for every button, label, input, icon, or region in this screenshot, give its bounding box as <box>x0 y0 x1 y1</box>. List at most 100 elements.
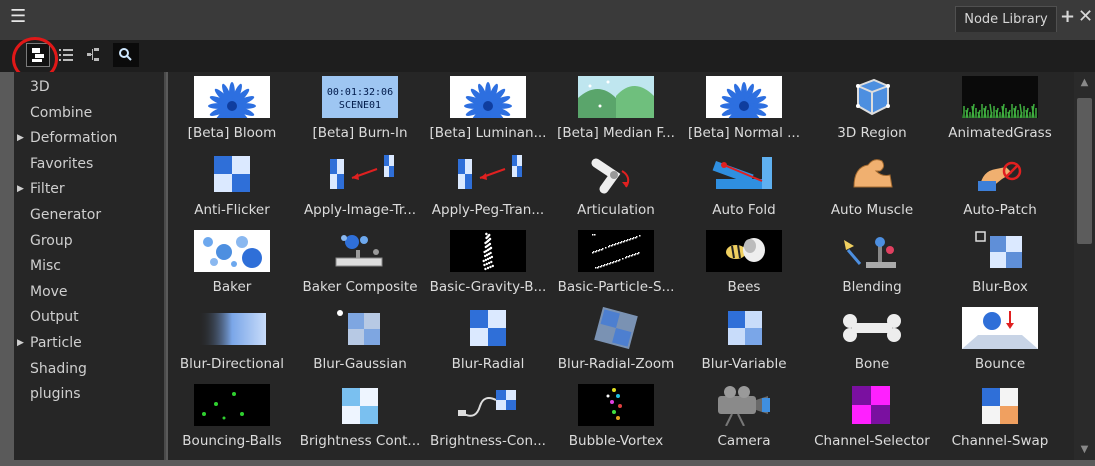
node-item[interactable]: Apply-Image-Tr... <box>296 149 424 226</box>
category-label: Combine <box>30 104 93 121</box>
node-item[interactable]: Baker <box>168 226 296 303</box>
category-item[interactable]: ▶ Filter <box>14 177 164 201</box>
timecode-text: 00:01:32:06 <box>327 87 393 98</box>
bees-icon <box>706 230 782 272</box>
node-label: Basic-Particle-S... <box>557 279 675 295</box>
node-item[interactable]: Blur-Gaussian <box>296 303 424 380</box>
tree-view-icon[interactable] <box>83 43 107 67</box>
category-item[interactable]: ▶ Particle <box>14 331 164 355</box>
grass-icon <box>962 76 1038 118</box>
node-label: Blending <box>842 279 902 295</box>
node-item[interactable]: Basic-Particle-S... <box>552 226 680 303</box>
expand-arrow-icon[interactable]: ▶ <box>17 331 24 355</box>
category-item[interactable]: Generator <box>14 203 164 227</box>
node-item[interactable]: Auto Fold <box>680 149 808 226</box>
node-label: [Beta] Normal ... <box>688 125 800 141</box>
scroll-up-arrow-icon[interactable]: ▲ <box>1074 72 1095 93</box>
node-label: Blur-Directional <box>179 356 285 372</box>
particles-column-icon <box>450 230 526 272</box>
muscle-arm-icon <box>834 153 910 195</box>
blur-variable-icon <box>706 307 782 349</box>
auto-patch-icon <box>962 153 1038 195</box>
node-item[interactable]: Channel-Selector <box>808 380 936 457</box>
bounce-icon <box>962 307 1038 349</box>
node-item[interactable]: [Beta] Bloom <box>168 72 296 149</box>
node-label: Apply-Image-Tr... <box>303 202 417 218</box>
close-icon[interactable]: ✕ <box>1078 6 1093 28</box>
node-item[interactable]: Apply-Peg-Tran... <box>424 149 552 226</box>
node-item[interactable]: [Beta] Median F... <box>552 72 680 149</box>
node-grid: [Beta] Bloom 00:01:32:06 SCENE01 [Beta] Bur… <box>168 72 1074 460</box>
node-item[interactable]: Brightness Cont... <box>296 380 424 457</box>
node-item[interactable]: Blur-Variable <box>680 303 808 380</box>
node-item[interactable]: Blur-Directional <box>168 303 296 380</box>
channel-selector-icon <box>834 384 910 426</box>
category-item[interactable]: Misc <box>14 254 164 278</box>
category-label: 3D <box>30 79 50 95</box>
node-item[interactable]: Brightness-Con... <box>424 380 552 457</box>
expand-arrow-icon[interactable]: ▶ <box>17 126 24 150</box>
category-item[interactable]: Combine <box>14 101 164 125</box>
node-item[interactable]: Bubble-Vortex <box>552 380 680 457</box>
camera-icon <box>706 384 782 426</box>
hamburger-menu-icon[interactable]: ☰ <box>10 8 26 26</box>
node-item[interactable]: Blur-Radial-Zoom <box>552 303 680 380</box>
expand-arrow-icon[interactable]: ▶ <box>17 177 24 201</box>
node-library-tab[interactable]: Node Library <box>955 6 1057 32</box>
plus-icon[interactable]: + <box>1060 6 1075 28</box>
node-item[interactable]: Bouncing-Balls <box>168 380 296 457</box>
node-label: Apply-Peg-Tran... <box>431 202 545 218</box>
vertical-scrollbar[interactable]: ▲ ▼ <box>1074 72 1095 460</box>
node-label: Auto Muscle <box>830 202 914 218</box>
category-label: Move <box>30 283 68 300</box>
category-item[interactable]: ▶ Deformation <box>14 126 164 150</box>
flower-icon <box>450 76 526 118</box>
category-item[interactable]: 3D <box>14 75 164 99</box>
node-item[interactable]: Camera <box>680 380 808 457</box>
node-item[interactable]: Basic-Gravity-B... <box>424 226 552 303</box>
node-item[interactable]: Bees <box>680 226 808 303</box>
node-item[interactable]: Blur-Box <box>936 226 1064 303</box>
category-item[interactable]: Output <box>14 305 164 329</box>
node-item[interactable]: Bounce <box>936 303 1064 380</box>
node-item[interactable]: Auto-Patch <box>936 149 1064 226</box>
node-label: Blur-Gaussian <box>313 356 407 372</box>
node-item[interactable]: AnimatedGrass <box>936 72 1064 149</box>
node-item[interactable]: [Beta] Normal ... <box>680 72 808 149</box>
node-item[interactable]: 00:01:32:06 SCENE01 [Beta] Burn-In <box>296 72 424 149</box>
node-item[interactable]: Auto Muscle <box>808 149 936 226</box>
node-label: Bees <box>727 279 761 295</box>
search-icon[interactable] <box>113 43 139 67</box>
scrollbar-thumb[interactable] <box>1077 98 1092 244</box>
node-label: Basic-Gravity-B... <box>429 279 547 295</box>
node-label: Baker <box>212 279 252 295</box>
node-item[interactable]: Channel-Swap <box>936 380 1064 457</box>
node-label: Auto Fold <box>712 202 776 218</box>
node-label: Blur-Radial-Zoom <box>557 356 675 372</box>
scene-text: SCENE01 <box>339 100 381 111</box>
node-item[interactable]: Blending <box>808 226 936 303</box>
category-label: Generator <box>30 207 102 223</box>
node-label: Articulation <box>577 202 655 218</box>
blur-gaussian-icon <box>322 307 398 349</box>
category-item[interactable]: Group <box>14 229 164 253</box>
blur-radial-zoom-icon <box>578 307 654 349</box>
apply-transform-icon <box>322 153 398 195</box>
category-item[interactable]: plugins <box>14 382 164 406</box>
node-item[interactable]: Blur-Radial <box>424 303 552 380</box>
node-item[interactable]: 3D Region <box>808 72 936 149</box>
node-item[interactable]: [Beta] Luminan... <box>424 72 552 149</box>
node-item[interactable]: Baker Composite <box>296 226 424 303</box>
particles-scatter-icon <box>578 230 654 272</box>
bubbles-icon <box>194 230 270 272</box>
node-item[interactable]: Anti-Flicker <box>168 149 296 226</box>
articulation-icon <box>578 153 654 195</box>
timecode-icon: 00:01:32:06 SCENE01 <box>322 76 398 118</box>
node-item[interactable]: Articulation <box>552 149 680 226</box>
scroll-down-arrow-icon[interactable]: ▼ <box>1074 439 1095 460</box>
node-label: [Beta] Luminan... <box>429 125 547 141</box>
category-item[interactable]: Move <box>14 280 164 304</box>
category-item[interactable]: Shading <box>14 357 164 381</box>
category-item[interactable]: Favorites <box>14 152 164 176</box>
node-item[interactable]: Bone <box>808 303 936 380</box>
